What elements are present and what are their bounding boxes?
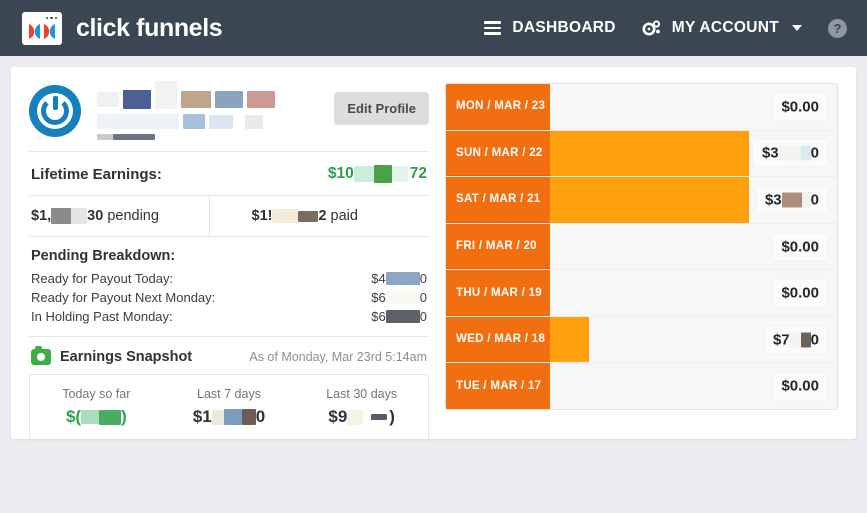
chevron-down-icon (792, 25, 802, 31)
breakdown-row-value: $6 0 (371, 309, 427, 324)
nav-my-account-label: MY ACCOUNT (671, 19, 779, 36)
chart-row: FRI / MAR / 20 $0.00 (446, 223, 837, 271)
chart-bar-area: $7 0 (550, 316, 837, 363)
page-body: Edit Profile Lifetime Earnings: $10 72 $… (0, 56, 867, 450)
chart-row: SAT / MAR / 21 $3 0 (446, 177, 837, 224)
help-icon[interactable]: ? (828, 18, 847, 38)
chart-row: WED / MAR / 18 $7 0 (446, 316, 837, 364)
nav-right-group: DASHBOARD MY ACCOUNT ? (484, 18, 847, 38)
snapshot-cell-label: Last 30 days (326, 387, 398, 401)
breakdown-row-label: In Holding Past Monday: (31, 309, 173, 324)
clickfunnels-window-icon (22, 11, 62, 45)
breakdown-row: In Holding Past Monday: $6 0 (31, 307, 427, 326)
chart-day-label: MON / MAR / 23 (446, 84, 550, 130)
snapshot-cell-value: $( ) (65, 407, 127, 426)
lifetime-earnings-label: Lifetime Earnings: (31, 165, 162, 183)
chart-value-pill: $0.00 (772, 279, 828, 307)
nav-dashboard-label: DASHBOARD (512, 19, 616, 36)
breakdown-row-value: $4 0 (371, 271, 427, 286)
earnings-snapshot-box: Today so far $( ) Last 7 days $1 0 Last … (29, 374, 429, 442)
chart-value-pill: $3 0 (755, 186, 828, 214)
chart-row: THU / MAR / 19 $0.00 (446, 270, 837, 317)
pending-breakdown-title: Pending Breakdown: (31, 248, 176, 264)
camera-icon (31, 346, 51, 365)
snapshot-cell-last-30-days: Last 30 days $9 ) (295, 387, 428, 427)
pending-amount: $1, 30 (31, 208, 104, 224)
dashboard-card: Edit Profile Lifetime Earnings: $10 72 $… (11, 67, 856, 442)
snapshot-cell-last-7-days: Last 7 days $1 0 (163, 387, 296, 427)
earnings-snapshot-header: Earnings Snapshot As of Monday, Mar 23rd… (29, 337, 429, 374)
chart-bar (550, 177, 750, 223)
nav-dashboard[interactable]: DASHBOARD (484, 19, 615, 37)
breakdown-row-label: Ready for Payout Next Monday: (31, 290, 216, 305)
brand[interactable]: click funnels (22, 11, 223, 45)
chart-row: TUE / MAR / 17 $0.00 (446, 363, 837, 409)
lifetime-earnings-row: Lifetime Earnings: $10 72 (29, 151, 429, 196)
chart-day-label: THU / MAR / 19 (446, 270, 550, 316)
chart-bar-area: $0.00 (550, 363, 837, 409)
chart-bar (550, 316, 589, 363)
chart-row: SUN / MAR / 22 $3 0 (446, 130, 837, 178)
daily-earnings-chart: MON / MAR / 23 $0.00 SUN / MAR / 22 $3 0… (445, 83, 838, 410)
profile-name-redacted (97, 81, 318, 145)
chart-value-pill: $0.00 (772, 372, 828, 400)
chart-bar-area: $0.00 (550, 270, 837, 316)
chart-day-label: TUE / MAR / 17 (446, 363, 550, 409)
chart-bar-area: $3 0 (550, 177, 837, 223)
earnings-snapshot-title: Earnings Snapshot (60, 349, 193, 365)
gears-icon (642, 19, 660, 35)
pending-paid-row: $1, 30 pending $1! 2 paid (29, 196, 429, 237)
paid-amount-cell: $1! 2 paid (210, 196, 430, 236)
logo-glyph (29, 24, 55, 39)
breakdown-row-value: $6 0 (371, 290, 427, 305)
chart-bar-area: $3 0 (550, 130, 837, 177)
snapshot-cell-value: $9 ) (328, 407, 395, 426)
chart-bar-area: $0.00 (550, 224, 837, 270)
daily-earnings-chart-panel: MON / MAR / 23 $0.00 SUN / MAR / 22 $3 0… (445, 83, 838, 423)
chart-value-pill: $3 0 (752, 139, 828, 167)
paid-amount: $1! 2 (251, 208, 327, 224)
brand-title: click funnels (76, 13, 223, 42)
chart-bar (550, 130, 750, 177)
lifetime-earnings-value: $10 72 (327, 165, 427, 183)
chart-value-pill: $7 0 (763, 326, 828, 354)
edit-profile-button[interactable]: Edit Profile (334, 92, 429, 125)
earnings-panel: Edit Profile Lifetime Earnings: $10 72 $… (29, 81, 429, 442)
chart-day-label: WED / MAR / 18 (446, 316, 550, 363)
chart-value-pill: $0.00 (772, 93, 828, 121)
pending-amount-cell: $1, 30 pending (29, 196, 210, 236)
snapshot-cell-value: $1 0 (192, 407, 266, 426)
snapshot-cell-label: Last 7 days (197, 387, 261, 401)
paid-label: paid (330, 208, 358, 224)
chart-value-pill: $0.00 (772, 233, 828, 261)
breakdown-row-label: Ready for Payout Today: (31, 271, 174, 286)
chart-day-label: SUN / MAR / 22 (446, 130, 550, 177)
chart-row: MON / MAR / 23 $0.00 (446, 84, 837, 131)
pending-breakdown: Pending Breakdown: Ready for Payout Toda… (29, 237, 429, 337)
power-button-avatar-icon[interactable] (29, 85, 81, 137)
chart-bar-area: $0.00 (550, 84, 837, 130)
breakdown-row: Ready for Payout Today: $4 0 (31, 269, 427, 288)
profile-header: Edit Profile (29, 81, 429, 151)
nav-my-account[interactable]: MY ACCOUNT (642, 19, 802, 37)
chart-day-label: SAT / MAR / 21 (446, 177, 550, 223)
pending-label: pending (107, 208, 159, 224)
snapshot-cell-label: Today so far (62, 387, 131, 401)
chart-day-label: FRI / MAR / 20 (446, 223, 550, 270)
top-navigation-bar: click funnels DASHBOARD MY ACCOUNT ? (0, 0, 867, 56)
snapshot-as-of: As of Monday, Mar 23rd 5:14am (249, 350, 427, 364)
snapshot-cell-today: Today so far $( ) (30, 387, 163, 427)
hamburger-icon (484, 21, 502, 35)
breakdown-row: Ready for Payout Next Monday: $6 0 (31, 288, 427, 307)
